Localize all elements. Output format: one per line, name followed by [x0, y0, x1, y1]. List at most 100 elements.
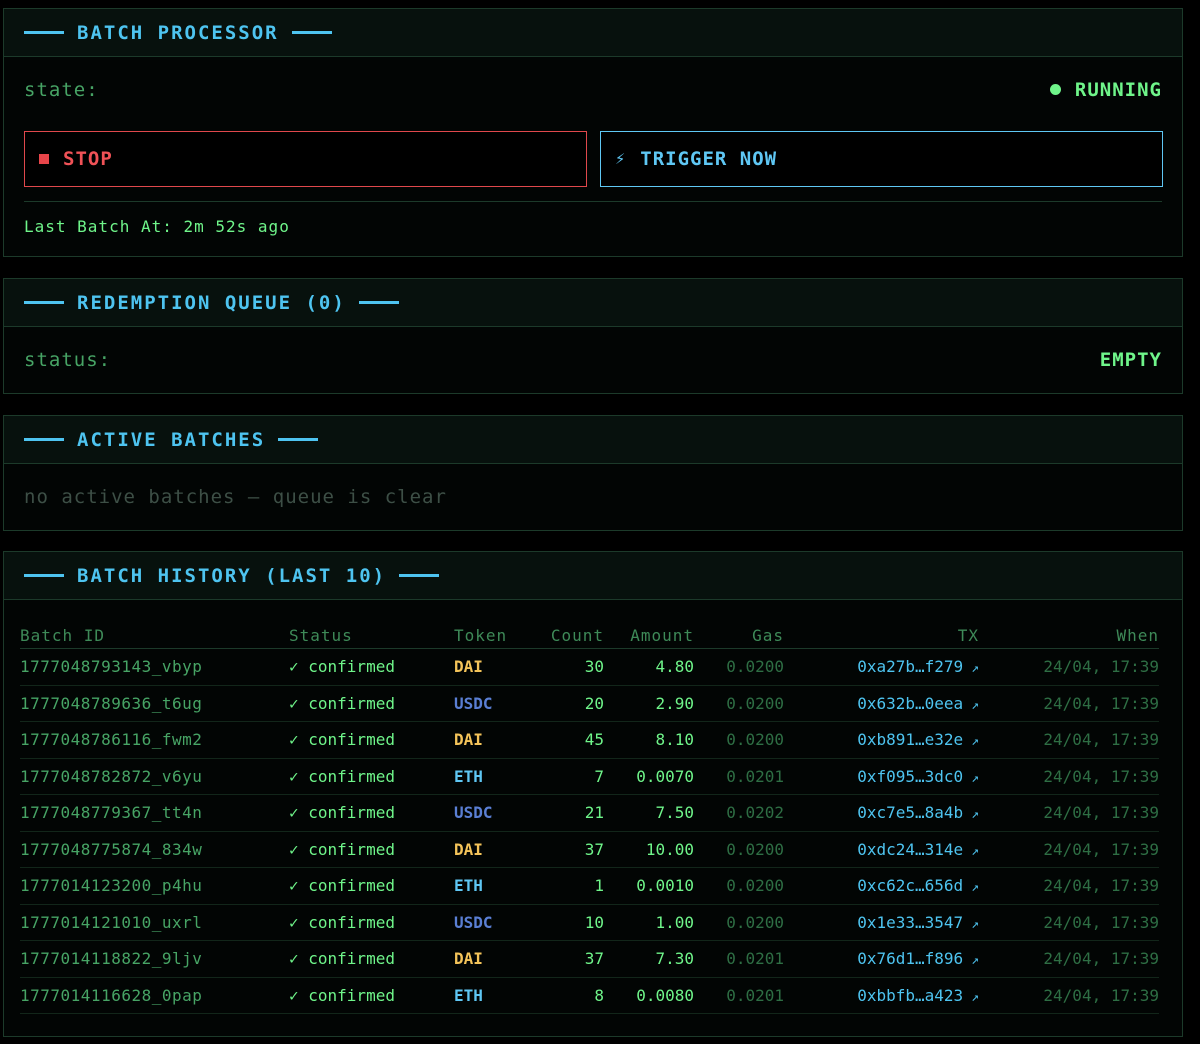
table-row[interactable]: 1777048782872_v6yu ✓ confirmed ETH 7 0.0070 0… — [20, 758, 1159, 795]
col-token[interactable]: Token — [454, 622, 529, 649]
tx-link[interactable]: 0xc7e5…8a4b — [857, 803, 963, 822]
tx-cell[interactable]: 0xbbfb…a423 ↗ — [784, 977, 979, 1014]
table-row[interactable]: 1777048779367_tt4n ✓ confirmed USDC 21 7.50 0… — [20, 794, 1159, 832]
external-link-icon[interactable]: ↗ — [971, 771, 979, 786]
header-dash-right — [358, 301, 399, 304]
state-value: RUNNING — [1074, 79, 1162, 101]
tx-link[interactable]: 0xdc24…314e — [857, 840, 963, 859]
tx-link[interactable]: 0xf095…3dc0 — [857, 767, 963, 786]
batch-id-cell: 1777048779367_tt4n — [20, 794, 289, 832]
batch-history-table: Batch ID Status Token Count Amount Gas T… — [20, 622, 1159, 1014]
amount-cell: 10.00 — [604, 831, 694, 868]
token-cell: DAI — [454, 648, 529, 686]
tx-link[interactable]: 0x632b…0eea — [857, 694, 963, 713]
tx-cell[interactable]: 0xc62c…656d ↗ — [784, 867, 979, 905]
tx-cell[interactable]: 0xdc24…314e ↗ — [784, 831, 979, 868]
count-cell: 37 — [529, 940, 604, 978]
amount-cell: 0.0080 — [604, 977, 694, 1014]
amount-cell: 2.90 — [604, 685, 694, 722]
external-link-icon[interactable]: ↗ — [971, 661, 979, 676]
state-indicator: RUNNING — [1049, 79, 1162, 101]
tx-cell[interactable]: 0xf095…3dc0 ↗ — [784, 758, 979, 795]
header-dash-left — [24, 31, 64, 34]
gas-cell: 0.0201 — [694, 977, 784, 1014]
table-row[interactable]: 1777014121010_uxrl ✓ confirmed USDC 10 1.00 0… — [20, 904, 1159, 941]
col-gas[interactable]: Gas — [694, 622, 784, 649]
batch-id-cell: 1777014121010_uxrl — [20, 904, 289, 941]
external-link-icon[interactable]: ↗ — [971, 880, 979, 895]
table-row[interactable]: 1777014123200_p4hu ✓ confirmed ETH 1 0.0010 0… — [20, 867, 1159, 905]
table-row[interactable]: 1777048786116_fwm2 ✓ confirmed DAI 45 8.10 0.… — [20, 721, 1159, 759]
external-link-icon[interactable]: ↗ — [971, 953, 979, 968]
token-cell: ETH — [454, 758, 529, 795]
token-cell: ETH — [454, 977, 529, 1014]
status-cell: ✓ confirmed — [289, 685, 454, 722]
status-cell: ✓ confirmed — [289, 940, 454, 978]
table-row[interactable]: 1777048793143_vbyp ✓ confirmed DAI 30 4.80 0.… — [20, 648, 1159, 686]
batch-id-cell: 1777014116628_0pap — [20, 977, 289, 1014]
tx-link[interactable]: 0xc62c…656d — [857, 876, 963, 895]
table-row[interactable]: 1777048775874_834w ✓ confirmed DAI 37 10.00 0… — [20, 831, 1159, 868]
when-cell: 24/04, 17:39 — [979, 721, 1159, 759]
external-link-icon[interactable]: ↗ — [971, 734, 979, 749]
col-batch-id[interactable]: Batch ID — [20, 622, 289, 649]
gas-cell: 0.0200 — [694, 867, 784, 905]
tx-link[interactable]: 0x76d1…f896 — [857, 949, 963, 968]
batch-id-cell: 1777048789636_t6ug — [20, 685, 289, 722]
table-row[interactable]: 1777048789636_t6ug ✓ confirmed USDC 20 2.90 0… — [20, 685, 1159, 722]
tx-link[interactable]: 0xbbfb…a423 — [857, 986, 963, 1005]
col-amount[interactable]: Amount — [604, 622, 694, 649]
active-batches-body: no active batches — queue is clear — [4, 464, 1182, 530]
external-link-icon[interactable]: ↗ — [971, 917, 979, 932]
gas-cell: 0.0200 — [694, 685, 784, 722]
amount-cell: 8.10 — [604, 721, 694, 759]
table-row[interactable]: 1777014116628_0pap ✓ confirmed ETH 8 0.0080 0… — [20, 977, 1159, 1014]
amount-cell: 7.30 — [604, 940, 694, 978]
tx-link[interactable]: 0xb891…e32e — [857, 730, 963, 749]
tx-cell[interactable]: 0x1e33…3547 ↗ — [784, 904, 979, 941]
tx-cell[interactable]: 0x632b…0eea ↗ — [784, 685, 979, 722]
gas-cell: 0.0200 — [694, 904, 784, 941]
trigger-now-button[interactable]: ⚡ TRIGGER NOW — [600, 131, 1163, 187]
active-batches-title: ACTIVE BATCHES — [77, 428, 266, 451]
count-cell: 8 — [529, 977, 604, 1014]
status-cell: ✓ confirmed — [289, 904, 454, 941]
col-status[interactable]: Status — [289, 622, 454, 649]
col-when[interactable]: When — [979, 622, 1159, 649]
external-link-icon[interactable]: ↗ — [971, 807, 979, 822]
token-cell: DAI — [454, 721, 529, 759]
batch-id-cell: 1777014123200_p4hu — [20, 867, 289, 905]
count-cell: 45 — [529, 721, 604, 759]
amount-cell: 0.0010 — [604, 867, 694, 905]
when-cell: 24/04, 17:39 — [979, 904, 1159, 941]
table-header-row: Batch ID Status Token Count Amount Gas T… — [20, 622, 1159, 649]
token-cell: USDC — [454, 904, 529, 941]
header-dash-left — [24, 301, 64, 304]
batch-id-cell: 1777014118822_9ljv — [20, 940, 289, 978]
header-dash-right — [291, 31, 332, 34]
tx-cell[interactable]: 0xb891…e32e ↗ — [784, 721, 979, 759]
queue-status-row: status: EMPTY — [4, 327, 1182, 393]
amount-cell: 1.00 — [604, 904, 694, 941]
redemption-queue-header: REDEMPTION QUEUE (0) — [4, 279, 1182, 327]
external-link-icon[interactable]: ↗ — [971, 698, 979, 713]
external-link-icon[interactable]: ↗ — [971, 990, 979, 1005]
col-count[interactable]: Count — [529, 622, 604, 649]
tx-cell[interactable]: 0xa27b…f279 ↗ — [784, 648, 979, 686]
stop-button[interactable]: STOP — [24, 131, 587, 187]
tx-cell[interactable]: 0x76d1…f896 ↗ — [784, 940, 979, 978]
external-link-icon[interactable]: ↗ — [971, 844, 979, 859]
when-cell: 24/04, 17:39 — [979, 648, 1159, 686]
tx-cell[interactable]: 0xc7e5…8a4b ↗ — [784, 794, 979, 832]
state-label: state: — [24, 79, 99, 101]
stop-square-icon — [39, 154, 49, 164]
tx-link[interactable]: 0xa27b…f279 — [857, 657, 963, 676]
col-tx[interactable]: TX — [784, 622, 979, 649]
queue-status-label: status: — [24, 349, 112, 371]
active-batches-panel: ACTIVE BATCHES no active batches — queue… — [3, 415, 1183, 531]
count-cell: 30 — [529, 648, 604, 686]
header-dash-right — [278, 438, 319, 441]
tx-link[interactable]: 0x1e33…3547 — [857, 913, 963, 932]
table-row[interactable]: 1777014118822_9ljv ✓ confirmed DAI 37 7.30 0.… — [20, 940, 1159, 978]
running-dot-icon — [1049, 84, 1061, 95]
